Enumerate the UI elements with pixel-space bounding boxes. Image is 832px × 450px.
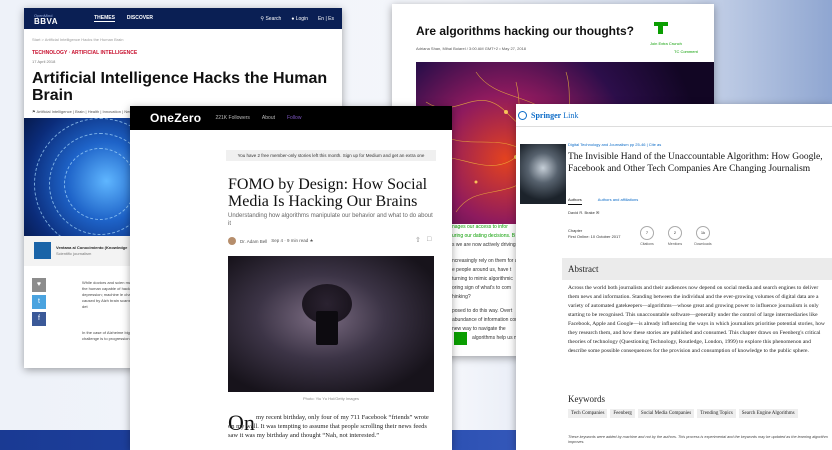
heart-icon[interactable]: ♥ [32,278,46,292]
page-title: The Invisible Hand of the Unaccountable … [568,152,823,174]
author-logo-icon [34,242,51,259]
avatar[interactable] [228,237,236,245]
article-link[interactable]: uring our dating decisions. B [452,233,515,239]
article-body: my recent birthday, only four of my 711 … [228,414,429,439]
springer-horse-icon [518,110,527,120]
follow-button[interactable]: Follow [287,115,301,121]
mentions-metric[interactable]: 2 Mentions [666,226,684,246]
member-banner[interactable]: You have 2 free member-only stories left… [226,150,436,161]
bookmark-icon[interactable]: □ [427,236,431,243]
nav-themes[interactable]: THEMES [94,15,115,22]
chapter-info: Chapter First Online: 10 October 2017 [568,228,621,239]
book-cover-image[interactable] [520,144,566,204]
keywords-note: These keywords were added by machine and… [568,435,828,444]
article-text: abundance of information com [452,317,520,323]
article-text: e people around us, have t [452,267,512,273]
article-text: algorithms help us m [472,335,519,341]
page-title: FOMO by Design: How Social Media Is Hack… [228,176,428,210]
photo-caption: Photo: Yiu Yu Hoi/Getty Images [303,396,359,401]
breadcrumb[interactable]: Start > Artificial Intelligence Hacks th… [32,37,342,42]
byline: Adriana Shan, Mihai Boiarel / 3:00 AM GM… [416,46,527,51]
journal-link[interactable]: Digital Technology and Journalism pp 25-… [568,142,661,147]
green-action-button[interactable] [454,332,467,345]
tab-authors[interactable]: Authors [568,197,582,205]
springer-chapter-screenshot: Springer Link Digital Technology and Jour… [516,104,832,450]
article-text: s we are now actively driving [452,242,516,248]
keywords-heading: Keywords [568,394,605,404]
keyword-tag[interactable]: Search Engine Algorithms [738,409,798,418]
keyword-tag[interactable]: Tech Companies [568,409,608,418]
share-icon[interactable]: ⇧ [415,236,421,244]
keyword-tag[interactable]: Trending Topics [697,409,736,418]
springer-header: Springer Link [516,104,832,127]
onezero-logo[interactable]: OneZero [150,111,201,125]
nav-discover[interactable]: DISCOVER [127,15,153,22]
citations-metric[interactable]: 7 Citations [638,226,656,246]
abstract-heading[interactable]: Abstract [562,258,832,280]
subtitle: Understanding how algorithms manipulate … [228,213,433,227]
springer-logo[interactable]: Springer Link [531,111,578,120]
about-link[interactable]: About [262,115,275,121]
followers-count: 221K Followers [215,115,250,121]
page-title: Are algorithms hacking our thoughts? [416,24,635,38]
tab-affiliations[interactable]: Authors and affiliations [598,197,638,205]
publish-date: 17 April 2018 [32,59,56,64]
twitter-icon[interactable]: t [32,295,46,309]
onezero-header: OneZero 221K Followers About Follow [130,106,452,130]
facebook-icon[interactable]: f [32,312,46,326]
author-name[interactable]: David R. Brake ✉ [568,210,599,215]
article-text: posed to do this way. Overt [452,308,513,314]
metrics-row: 7 Citations 2 Mentions 1k Downloads [638,226,712,246]
keyword-tag[interactable]: Social Media Companies [637,409,695,418]
bbva-logo[interactable]: OpenMind BBVA [34,13,58,26]
page-title: Artificial Intelligence Hacks the Human … [32,70,328,104]
story-meta: Sep 4 · 9 min read ★ [271,238,314,243]
downloads-metric[interactable]: 1k Downloads [694,226,712,246]
keyword-list: Tech Companies Feenberg Social Media Com… [568,409,830,418]
article-text: turning to mimic algorithmic [452,276,513,282]
extra-crunch-link[interactable]: Join Extra Crunch [650,41,682,46]
keyword-tag[interactable]: Feenberg [610,409,635,418]
login-link[interactable]: ● Login [291,16,308,22]
onezero-article-screenshot: OneZero 221K Followers About Follow You … [130,106,452,450]
language-switch[interactable]: En | Es [318,16,334,22]
author-tabs: Authors Authors and affiliations [568,197,638,205]
article-text: oring sign of what's to com [452,285,512,291]
article-text: ncreasingly rely on them for a [452,258,518,264]
article-photo [228,256,434,392]
author-row: Dr. Adam Bell Sep 4 · 9 min read ★ [228,237,314,245]
author-name[interactable]: Dr. Adam Bell [240,239,267,244]
category-label[interactable]: TECHNOLOGY · ARTIFICIAL INTELLIGENCE [32,50,342,56]
abstract-text: Across the world both journalists and th… [568,285,825,354]
author-box[interactable]: Ventana al Conocimiento (Knowledge Scien… [24,236,144,266]
article-text: hinking? [452,294,471,300]
bbva-header: OpenMind BBVA THEMES DISCOVER ⚲ Search ●… [24,8,342,29]
article-link[interactable]: nages our access to infor [452,224,508,230]
techcrunch-logo-icon[interactable] [654,22,668,34]
search-link[interactable]: ⚲ Search [260,16,281,22]
comment-link[interactable]: TC Comment [674,49,698,54]
